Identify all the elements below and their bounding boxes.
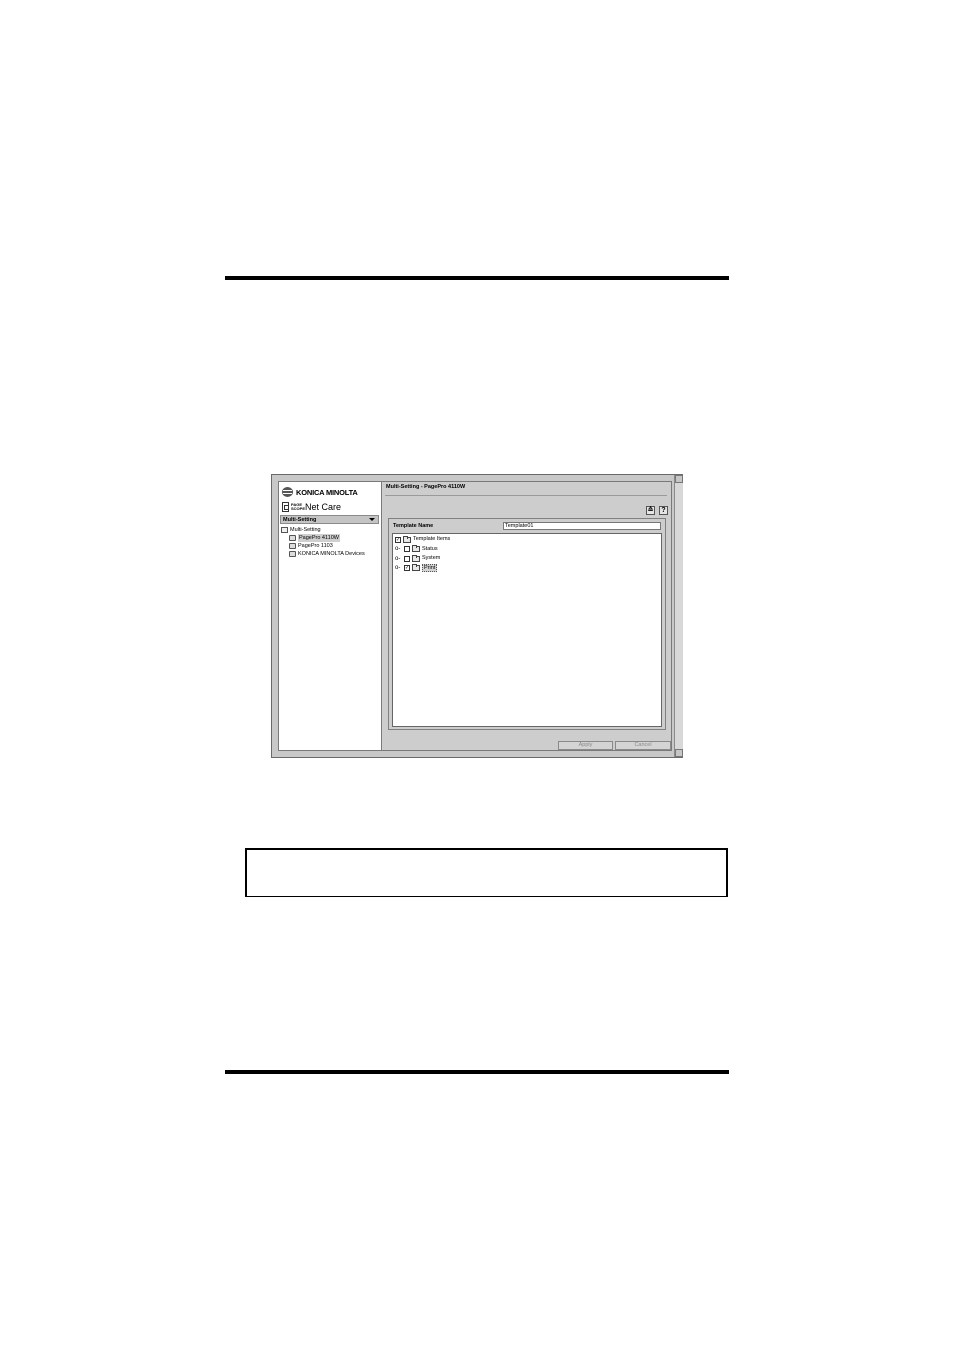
expand-icon[interactable]: o- — [395, 556, 403, 562]
folder-icon — [412, 564, 420, 572]
printer-icon — [289, 543, 296, 549]
scroll-up-icon[interactable] — [675, 475, 683, 483]
tree-item-konica-minolta-devices[interactable]: KONICA MINOLTA Devices — [281, 550, 365, 558]
tree-item-template-items[interactable]: ✓ Template Items — [395, 535, 450, 545]
view-dropdown[interactable]: Multi-Setting — [280, 515, 379, 524]
checkbox[interactable]: ✓ — [395, 536, 401, 543]
template-name-label: Template Name — [393, 523, 434, 529]
tree-item-label: PagePro 4110W — [298, 534, 340, 542]
app-window: KONICA MINOLTA PAGE SCOPE Net Care Multi… — [271, 474, 683, 758]
tree-item-label: Print — [422, 564, 438, 573]
tree-item-pagepro-1103[interactable]: PagePro 1103 — [281, 542, 365, 550]
tree-item-print[interactable]: o- ✓ Print — [395, 564, 450, 574]
tree-item-status[interactable]: o- Status — [395, 545, 450, 555]
tree-item-label: Status — [422, 545, 438, 552]
top-rule — [225, 276, 729, 280]
page-title: Multi-Setting - PagePro 4110W — [386, 484, 466, 490]
pagescope-icon — [282, 502, 289, 512]
expand-icon[interactable]: o- — [395, 546, 403, 552]
navigate-button[interactable]: ≙ — [646, 506, 655, 515]
folder-icon — [412, 554, 420, 562]
device-tree: Multi-Setting PagePro 4110W PagePro 1103… — [281, 526, 365, 558]
folder-icon — [281, 527, 288, 533]
expand-icon[interactable]: o- — [395, 565, 403, 571]
checkbox[interactable] — [404, 546, 410, 553]
brand-logo: KONICA MINOLTA — [282, 486, 358, 498]
left-navigation-pane: KONICA MINOLTA PAGE SCOPE Net Care Multi… — [279, 482, 382, 750]
app-logo: PAGE SCOPE Net Care — [282, 501, 341, 513]
folder-icon — [412, 545, 420, 553]
navigate-icon: ≙ — [647, 507, 654, 514]
tree-item-label: Template Items — [413, 536, 451, 542]
tree-item-system[interactable]: o- System — [395, 554, 450, 564]
pagescope-mark: PAGE SCOPE — [291, 501, 306, 511]
view-dropdown-label: Multi-Setting — [283, 517, 317, 523]
template-name-input[interactable] — [503, 522, 661, 530]
printer-icon — [289, 551, 296, 557]
app-name: Net Care — [305, 502, 342, 512]
note-box — [245, 848, 728, 897]
tree-item-label: PagePro 1103 — [298, 543, 333, 549]
tree-item-label: Multi-Setting — [290, 527, 321, 533]
vertical-scrollbar[interactable] — [674, 475, 683, 757]
tree-item-multi-setting[interactable]: Multi-Setting — [281, 526, 365, 534]
title-divider — [385, 495, 667, 496]
printer-icon — [289, 535, 296, 541]
bottom-rule — [225, 1070, 729, 1074]
help-icon: ? — [661, 507, 666, 514]
tree-item-pagepro-4110w[interactable]: PagePro 4110W — [281, 534, 365, 542]
tree-item-label: System — [422, 555, 441, 561]
brand-text: KONICA MINOLTA — [296, 487, 358, 497]
tree-item-label: KONICA MINOLTA Devices — [298, 551, 365, 557]
template-panel: Template Name ✓ Template Items o- — [388, 518, 666, 730]
folder-icon — [403, 535, 411, 543]
checkbox[interactable]: ✓ — [404, 565, 410, 572]
apply-button[interactable]: Apply — [558, 741, 613, 750]
help-button[interactable]: ? — [659, 506, 668, 515]
scroll-down-icon[interactable] — [675, 749, 683, 757]
main-pane: Multi-Setting - PagePro 4110W ≙ ? Templa… — [383, 482, 671, 750]
window-content: KONICA MINOLTA PAGE SCOPE Net Care Multi… — [278, 481, 672, 751]
template-items-tree: ✓ Template Items o- Status o- System o- … — [392, 533, 662, 727]
chevron-down-icon — [369, 518, 375, 521]
cancel-button[interactable]: Cancel — [615, 741, 671, 750]
checkbox[interactable] — [404, 555, 410, 562]
konica-globe-icon — [282, 487, 293, 497]
